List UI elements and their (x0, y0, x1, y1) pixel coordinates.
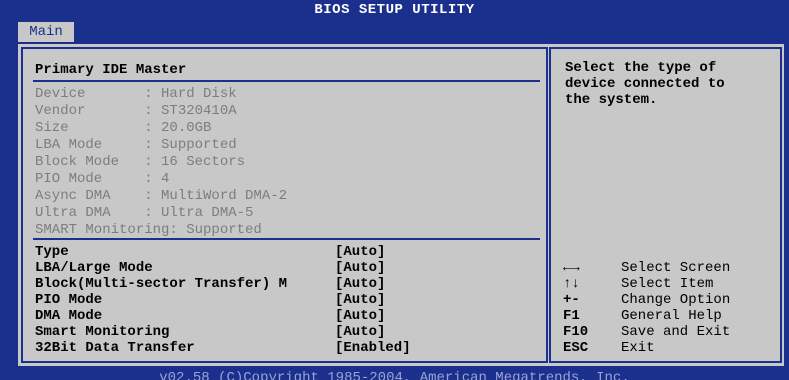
setting-value[interactable]: [Auto] (335, 244, 385, 260)
nav-select-item: ↑↓ Select Item (563, 276, 773, 292)
section-divider-mid (33, 238, 540, 240)
setting-value[interactable]: [Auto] (335, 324, 385, 340)
setting-row-pio-mode[interactable]: PIO Mode [Auto] (35, 292, 535, 308)
section-divider-top (33, 80, 540, 82)
nav-description: Change Option (621, 292, 731, 308)
setting-row-smart-monitoring[interactable]: Smart Monitoring [Auto] (35, 324, 535, 340)
nav-save-exit: F10 Save and Exit (563, 324, 773, 340)
info-vendor: Vendor : ST320410A (35, 103, 237, 119)
setting-label: DMA Mode (35, 308, 103, 324)
bios-content-area: Primary IDE Master Device : Hard Disk Ve… (18, 44, 784, 366)
setting-value[interactable]: [Auto] (335, 260, 385, 276)
up-down-arrows-icon: ↑↓ (563, 276, 580, 292)
bios-screen: BIOS SETUP UTILITY Main Primary IDE Mast… (0, 0, 789, 380)
section-title: Primary IDE Master (35, 62, 187, 78)
info-block-mode: Block Mode : 16 Sectors (35, 154, 246, 170)
setting-label: 32Bit Data Transfer (35, 340, 195, 356)
info-pio-mode: PIO Mode : 4 (35, 171, 170, 187)
info-lba-mode: LBA Mode : Supported (35, 137, 237, 153)
setting-value[interactable]: [Auto] (335, 308, 385, 324)
f1-key: F1 (563, 308, 580, 324)
setting-row-type[interactable]: Type [Auto] (35, 244, 535, 260)
esc-key: ESC (563, 340, 589, 356)
nav-description: Select Screen (621, 260, 731, 276)
setting-row-block-mode[interactable]: Block(Multi-sector Transfer) M [Auto] (35, 276, 535, 292)
setting-value[interactable]: [Auto] (335, 292, 385, 308)
nav-description: Exit (621, 340, 655, 356)
nav-exit: ESC Exit (563, 340, 773, 356)
copyright-footer: v02.58 (C)Copyright 1985-2004, American … (159, 370, 630, 380)
setting-row-32bit-transfer[interactable]: 32Bit Data Transfer [Enabled] (35, 340, 535, 356)
setting-label: LBA/Large Mode (35, 260, 153, 276)
setting-row-lba-large-mode[interactable]: LBA/Large Mode [Auto] (35, 260, 535, 276)
info-smart-monitoring: SMART Monitoring: Supported (35, 222, 262, 238)
info-async-dma: Async DMA : MultiWord DMA-2 (35, 188, 288, 204)
help-panel: Select the type of device connected to t… (549, 47, 782, 363)
setting-label: Smart Monitoring (35, 324, 170, 340)
setting-label: Type (35, 244, 69, 260)
bios-title: BIOS SETUP UTILITY (314, 2, 475, 18)
setting-row-dma-mode[interactable]: DMA Mode [Auto] (35, 308, 535, 324)
nav-select-screen: ←→ Select Screen (563, 260, 773, 276)
left-right-arrows-icon: ←→ (563, 260, 580, 276)
f10-key: F10 (563, 324, 589, 340)
settings-panel: Primary IDE Master Device : Hard Disk Ve… (21, 47, 548, 363)
help-text: Select the type of device connected to t… (565, 60, 725, 108)
plus-minus-key: +- (563, 292, 580, 308)
setting-value[interactable]: [Enabled] (335, 340, 411, 356)
setting-label: PIO Mode (35, 292, 103, 308)
info-device: Device : Hard Disk (35, 86, 237, 102)
tab-main[interactable]: Main (18, 22, 74, 42)
nav-change-option: +- Change Option (563, 292, 773, 308)
nav-description: General Help (621, 308, 722, 324)
setting-value[interactable]: [Auto] (335, 276, 385, 292)
nav-general-help: F1 General Help (563, 308, 773, 324)
setting-label: Block(Multi-sector Transfer) M (35, 276, 288, 292)
nav-description: Save and Exit (621, 324, 731, 340)
nav-description: Select Item (621, 276, 714, 292)
info-ultra-dma: Ultra DMA : Ultra DMA-5 (35, 205, 254, 221)
info-size: Size : 20.0GB (35, 120, 212, 136)
